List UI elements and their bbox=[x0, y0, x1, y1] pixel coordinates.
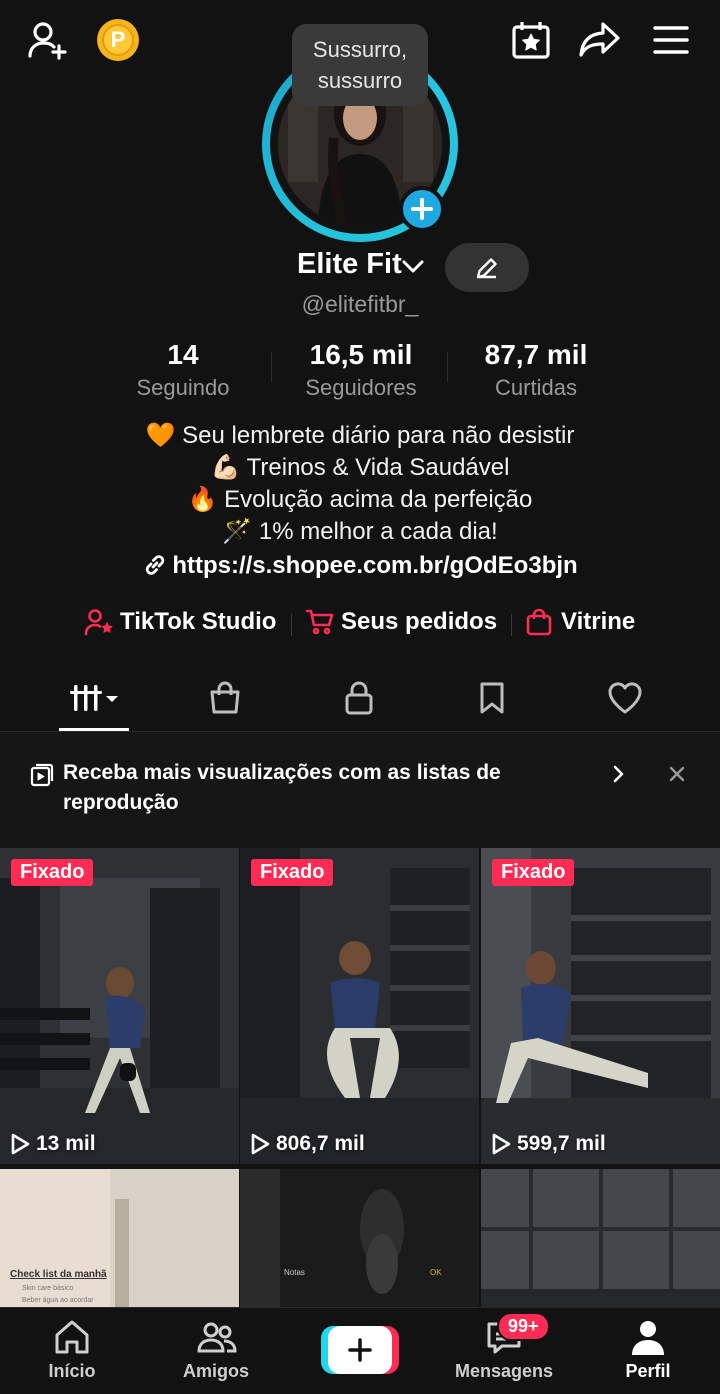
checklist-item: Skin care básico bbox=[22, 1285, 74, 1292]
nav-label: Mensagens bbox=[454, 1361, 554, 1381]
play-icon bbox=[11, 1133, 30, 1155]
stat-label: Seguidores bbox=[305, 375, 417, 400]
stat-label: Curtidas bbox=[495, 375, 577, 400]
tab-liked[interactable] bbox=[590, 668, 660, 728]
stat-label: Seguindo bbox=[136, 375, 230, 400]
view-count-text: 599,7 mil bbox=[517, 1132, 606, 1155]
stat-following[interactable]: 14 Seguindo bbox=[118, 339, 248, 401]
heart-icon bbox=[608, 682, 642, 714]
bio-line: 💪🏻 Treinos & Vida Saudável bbox=[210, 454, 510, 481]
home-icon bbox=[52, 1317, 92, 1362]
showcase-link[interactable]: Vitrine bbox=[525, 608, 635, 636]
messages-badge: 99+ bbox=[497, 1312, 550, 1341]
playlist-icon bbox=[30, 763, 54, 787]
user-star-icon bbox=[84, 609, 113, 636]
playlist-banner-text: Receba mais visualizações com as listas … bbox=[63, 761, 501, 814]
add-story-button[interactable] bbox=[399, 186, 445, 232]
bio-line: 🧡 Seu lembrete diário para não desistir bbox=[145, 422, 575, 449]
view-count: 599,7 mil bbox=[491, 1132, 606, 1156]
play-icon bbox=[251, 1133, 270, 1155]
calendar-star-icon[interactable] bbox=[509, 18, 553, 62]
view-count-text: 13 mil bbox=[36, 1132, 96, 1155]
pinned-badge: Fixado bbox=[251, 859, 334, 886]
divider bbox=[511, 614, 512, 636]
plus-icon bbox=[348, 1338, 372, 1362]
note-tooltip[interactable]: Sussurro, sussurro bbox=[292, 24, 428, 106]
close-icon[interactable] bbox=[668, 765, 686, 783]
video-frame bbox=[0, 848, 239, 1164]
pinned-badge: Fixado bbox=[492, 859, 575, 886]
video-frame bbox=[110, 1169, 239, 1309]
divider bbox=[291, 614, 292, 636]
view-count: 13 mil bbox=[10, 1132, 96, 1156]
link-text[interactable]: https://s.shopee.com.br/gOdEo3bjn bbox=[172, 552, 577, 579]
chevron-down-icon[interactable] bbox=[401, 258, 425, 276]
profile-handle: @elitefitbr_ bbox=[301, 291, 419, 317]
video-thumbnail[interactable]: Check list da manhã Skin care básico Beb… bbox=[0, 1169, 239, 1309]
tiktok-studio-link[interactable]: TikTok Studio bbox=[84, 608, 276, 636]
tab-shop[interactable] bbox=[190, 668, 260, 728]
stat-followers[interactable]: 16,5 mil Seguidores bbox=[290, 339, 432, 401]
notes-ok: OK bbox=[430, 1268, 442, 1277]
video-frame bbox=[240, 848, 479, 1164]
create-button[interactable] bbox=[321, 1326, 399, 1374]
tab-private[interactable] bbox=[324, 668, 394, 728]
stat-value: 87,7 mil bbox=[484, 339, 588, 370]
divider bbox=[447, 352, 448, 382]
share-icon[interactable] bbox=[578, 18, 622, 62]
nav-friends[interactable]: Amigos bbox=[161, 1307, 271, 1394]
stat-value: 16,5 mil bbox=[309, 339, 413, 370]
video-thumbnail[interactable]: Notas OK bbox=[240, 1169, 479, 1309]
pencil-icon bbox=[476, 257, 497, 278]
lock-icon bbox=[345, 681, 373, 715]
coin-icon[interactable]: P bbox=[97, 19, 139, 61]
video-frame bbox=[481, 848, 720, 1164]
profile-name[interactable]: Elite Fit bbox=[297, 248, 402, 281]
nav-home[interactable]: Início bbox=[17, 1307, 127, 1394]
video-thumbnail[interactable]: Fixado 806,7 mil bbox=[240, 848, 479, 1164]
divider bbox=[271, 352, 272, 382]
shopping-bag-icon bbox=[210, 681, 240, 714]
video-frame bbox=[481, 1169, 720, 1309]
play-icon bbox=[492, 1133, 511, 1155]
nav-label: Perfil bbox=[625, 1361, 671, 1381]
link-icon bbox=[146, 555, 165, 575]
video-frame bbox=[115, 1199, 129, 1309]
orders-link[interactable]: Seus pedidos bbox=[305, 608, 497, 636]
nav-label: Início bbox=[48, 1361, 96, 1381]
bio-line: 🪄 1% melhor a cada dia! bbox=[222, 518, 498, 545]
view-count: 806,7 mil bbox=[250, 1132, 365, 1156]
checklist-item: Beber água ao acordar bbox=[22, 1297, 94, 1304]
profile-icon bbox=[628, 1317, 668, 1362]
add-friend-icon[interactable] bbox=[26, 18, 70, 62]
action-label: Seus pedidos bbox=[341, 608, 498, 635]
pinned-badge: Fixado bbox=[11, 859, 94, 886]
video-frame bbox=[240, 1169, 404, 1309]
video-thumbnail[interactable] bbox=[481, 1169, 720, 1309]
nav-label: Amigos bbox=[182, 1361, 249, 1381]
shopping-bag-icon bbox=[526, 608, 552, 636]
friends-icon bbox=[196, 1317, 238, 1362]
view-count-text: 806,7 mil bbox=[276, 1132, 365, 1155]
action-label: Vitrine bbox=[561, 608, 636, 635]
stat-value: 14 bbox=[167, 339, 199, 370]
checklist-title: Check list da manhã bbox=[10, 1269, 107, 1280]
bio-link[interactable]: https://s.shopee.com.br/gOdEo3bjn bbox=[0, 552, 720, 580]
bio-line: 🔥 Evolução acima da perfeição bbox=[187, 486, 533, 513]
tab-saved[interactable] bbox=[457, 668, 527, 728]
grid-icon bbox=[70, 685, 118, 711]
menu-icon[interactable] bbox=[649, 18, 693, 62]
video-thumbnail[interactable]: Fixado 599,7 mil bbox=[481, 848, 720, 1164]
edit-profile-button[interactable] bbox=[445, 243, 529, 292]
tab-videos[interactable] bbox=[59, 668, 129, 728]
video-thumbnail[interactable]: Fixado 13 mil bbox=[0, 848, 239, 1164]
cart-icon bbox=[305, 609, 334, 635]
nav-profile[interactable]: Perfil bbox=[593, 1307, 703, 1394]
stat-likes[interactable]: 87,7 mil Curtidas bbox=[466, 339, 606, 401]
bookmark-icon bbox=[480, 682, 504, 714]
bio: 🧡 Seu lembrete diário para não desistir … bbox=[0, 420, 720, 548]
chevron-right-icon[interactable] bbox=[608, 764, 628, 784]
action-label: TikTok Studio bbox=[120, 608, 277, 635]
notes-back: Notas bbox=[284, 1268, 305, 1277]
